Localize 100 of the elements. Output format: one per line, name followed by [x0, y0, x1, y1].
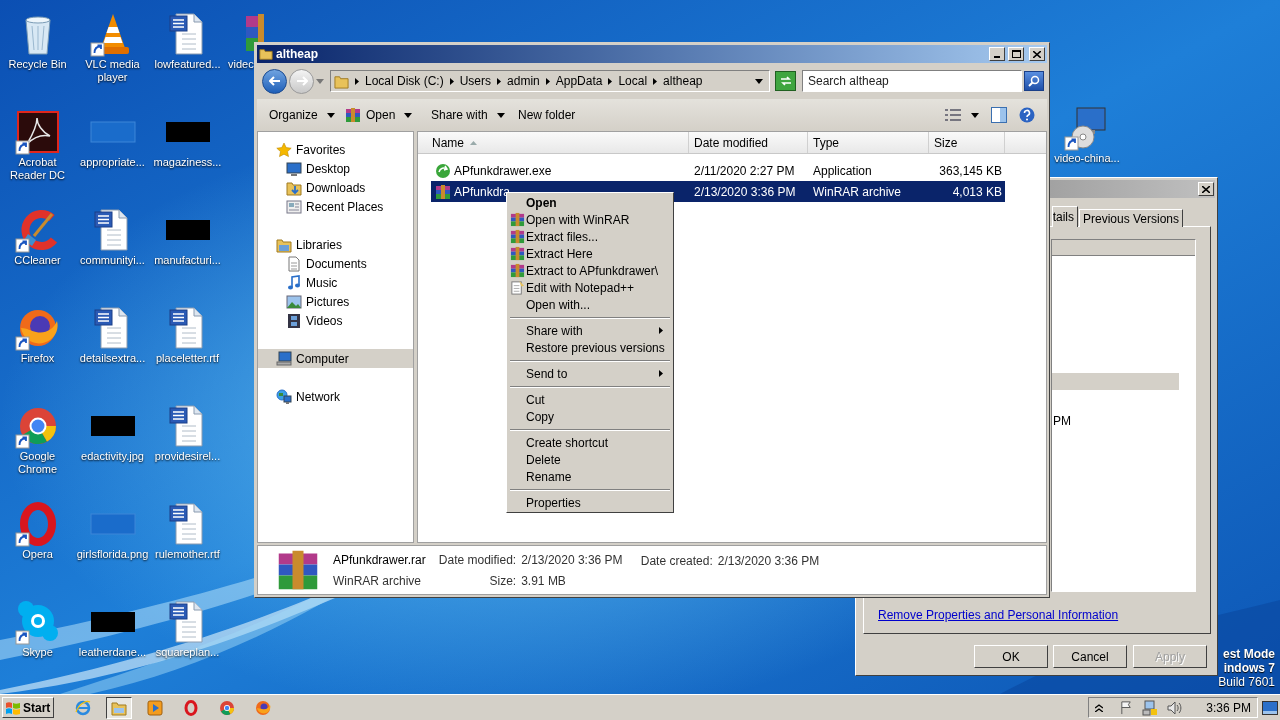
icon-label[interactable]: detailsextra... — [79, 352, 146, 365]
close-button[interactable] — [1198, 182, 1214, 196]
menu-item[interactable]: Delete — [509, 451, 671, 468]
menu-item[interactable]: Extract files... — [509, 228, 671, 245]
icon-label[interactable]: Recycle Bin — [8, 58, 67, 71]
breadcrumb-arrow-icon[interactable] — [608, 77, 613, 85]
icon-label[interactable]: communityi... — [80, 254, 145, 267]
start-button[interactable]: Start — [2, 697, 54, 718]
chevron-up-icon[interactable] — [1095, 703, 1104, 712]
breadcrumb[interactable]: altheap — [663, 72, 703, 90]
menu-item[interactable]: Edit with Notepad++ — [509, 279, 671, 296]
preview-pane-icon[interactable] — [991, 107, 1007, 123]
nav-item[interactable]: Computer — [258, 349, 413, 368]
breadcrumb-arrow-icon[interactable] — [497, 77, 502, 85]
icon-label[interactable]: videc — [228, 58, 254, 71]
icon-label[interactable]: lowfeatured... — [154, 58, 221, 71]
icon-label[interactable]: Google Chrome — [0, 450, 75, 476]
breadcrumb[interactable]: admin — [507, 72, 540, 90]
back-button[interactable] — [262, 68, 287, 94]
field-value: 2/13/2020 3:36 PM — [717, 553, 820, 570]
minimize-button[interactable] — [989, 47, 1005, 61]
icon-label[interactable]: Firefox — [20, 352, 55, 365]
swirl-document-icon[interactable] — [13, 108, 62, 156]
dropdown-caret-icon[interactable] — [755, 78, 763, 84]
fox-globe-icon — [255, 699, 271, 716]
menu-item[interactable]: Extract Here — [509, 245, 671, 262]
column-header[interactable]: Date modified — [689, 132, 808, 153]
breadcrumb-arrow-icon[interactable] — [545, 77, 550, 85]
search-field[interactable]: Search altheap — [802, 70, 1022, 92]
toolbar-button[interactable]: Share with — [431, 104, 518, 126]
table-cell-text: WinRAR archive — [812, 183, 903, 201]
icon-label[interactable]: video-china... — [1054, 152, 1120, 165]
icon-label[interactable]: Skype — [22, 646, 53, 659]
menu-item[interactable]: Create shortcut — [509, 434, 671, 451]
icon-label[interactable]: rulemother.rtf — [155, 548, 220, 561]
os-notice-text: est Mode — [1223, 647, 1275, 661]
tab[interactable]: tails — [1052, 206, 1078, 227]
network-icon[interactable] — [1142, 699, 1159, 716]
menu-item[interactable]: Open with... — [509, 296, 671, 313]
help-icon[interactable] — [1019, 107, 1035, 123]
view-button[interactable] — [945, 109, 979, 121]
toolbar-button[interactable]: New folder — [518, 104, 598, 126]
dialog-button[interactable]: Cancel — [1053, 645, 1127, 668]
clock[interactable]: 3:36 PM — [1206, 698, 1251, 717]
menu-item[interactable]: Copy — [509, 408, 671, 425]
icon-label[interactable]: VLC media player — [75, 58, 150, 84]
menu-item[interactable]: Restore previous versions — [509, 339, 671, 356]
history-caret-icon[interactable] — [316, 78, 324, 84]
breadcrumb[interactable]: Local — [618, 72, 648, 90]
show-desktop-icon[interactable] — [1262, 700, 1278, 715]
column-header[interactable]: Name — [418, 132, 689, 153]
close-button[interactable] — [1029, 47, 1045, 61]
breadcrumb-arrow-icon[interactable] — [653, 77, 658, 85]
maximize-button[interactable] — [1008, 47, 1024, 61]
menu-item[interactable]: Open with WinRAR — [509, 211, 671, 228]
toolbar-button[interactable]: Open — [345, 104, 431, 126]
column-header[interactable]: Type — [808, 132, 929, 153]
refresh-button[interactable] — [775, 71, 796, 91]
maximize-icon — [1011, 50, 1021, 58]
os-notice-text: indows 7 — [1223, 661, 1275, 675]
field-label: Date created: — [640, 553, 713, 570]
menu-item[interactable]: Properties — [509, 494, 671, 511]
field-label: Date modified: — [437, 551, 517, 569]
menu-item[interactable]: Rename — [509, 468, 671, 485]
icon-label[interactable]: Acrobat Reader DC — [0, 156, 75, 182]
windows-logo-icon — [5, 700, 21, 715]
breadcrumb-arrow-icon[interactable] — [449, 77, 454, 85]
folder-arrow-icon — [286, 179, 302, 196]
address-field[interactable]: Local Disk (C:) Users admin AppData Local altheap — [330, 70, 770, 92]
forward-arrow-icon — [295, 76, 308, 86]
toolbar-button[interactable]: Organize — [269, 104, 345, 126]
icon-label[interactable]: placeletter.rtf — [156, 352, 219, 365]
network-globe-icon — [276, 388, 292, 405]
menu-item[interactable]: Cut — [509, 391, 671, 408]
icon-label[interactable]: appropriate... — [80, 156, 145, 169]
tab[interactable]: Previous Versions — [1079, 209, 1183, 227]
column-header[interactable]: Size — [929, 132, 1005, 153]
music-note-icon — [286, 274, 302, 291]
icon-label[interactable]: manufacturi... — [154, 254, 221, 267]
file-row[interactable]: APfunkdrawer.exe 2/11/2020 2:27 PM Application 363,145 KB — [431, 160, 1005, 181]
table-cell-text: 2/13/2020 3:36 PM — [693, 183, 797, 201]
breadcrumb[interactable]: AppData — [555, 72, 603, 90]
icon-label[interactable]: Opera — [22, 548, 53, 561]
breadcrumb[interactable]: Local Disk (C:) — [365, 72, 444, 90]
breadcrumb[interactable]: Users — [459, 72, 492, 90]
icon-label[interactable]: CCleaner — [14, 254, 61, 267]
icon-label[interactable]: leatherdane... — [78, 646, 147, 659]
search-button[interactable] — [1024, 71, 1044, 91]
icon-label[interactable]: magaziness... — [153, 156, 222, 169]
speaker-icon[interactable] — [1166, 699, 1183, 716]
dialog-button[interactable]: OK — [974, 645, 1048, 668]
icon-label[interactable]: girlsflorida.png — [76, 548, 149, 561]
breadcrumb-arrow-icon[interactable] — [355, 77, 359, 85]
taskbar-button[interactable] — [106, 696, 132, 719]
icon-label[interactable]: edactivity.jpg — [81, 450, 144, 463]
menu-item[interactable]: Extract to APfunkdrawer\ — [509, 262, 671, 279]
menu-item[interactable]: Send to — [509, 365, 671, 382]
icon-label[interactable]: providesirel... — [154, 450, 221, 463]
remove-properties-link[interactable]: Remove Properties and Personal Information — [878, 606, 1119, 624]
menu-item[interactable]: Share with — [509, 322, 671, 339]
